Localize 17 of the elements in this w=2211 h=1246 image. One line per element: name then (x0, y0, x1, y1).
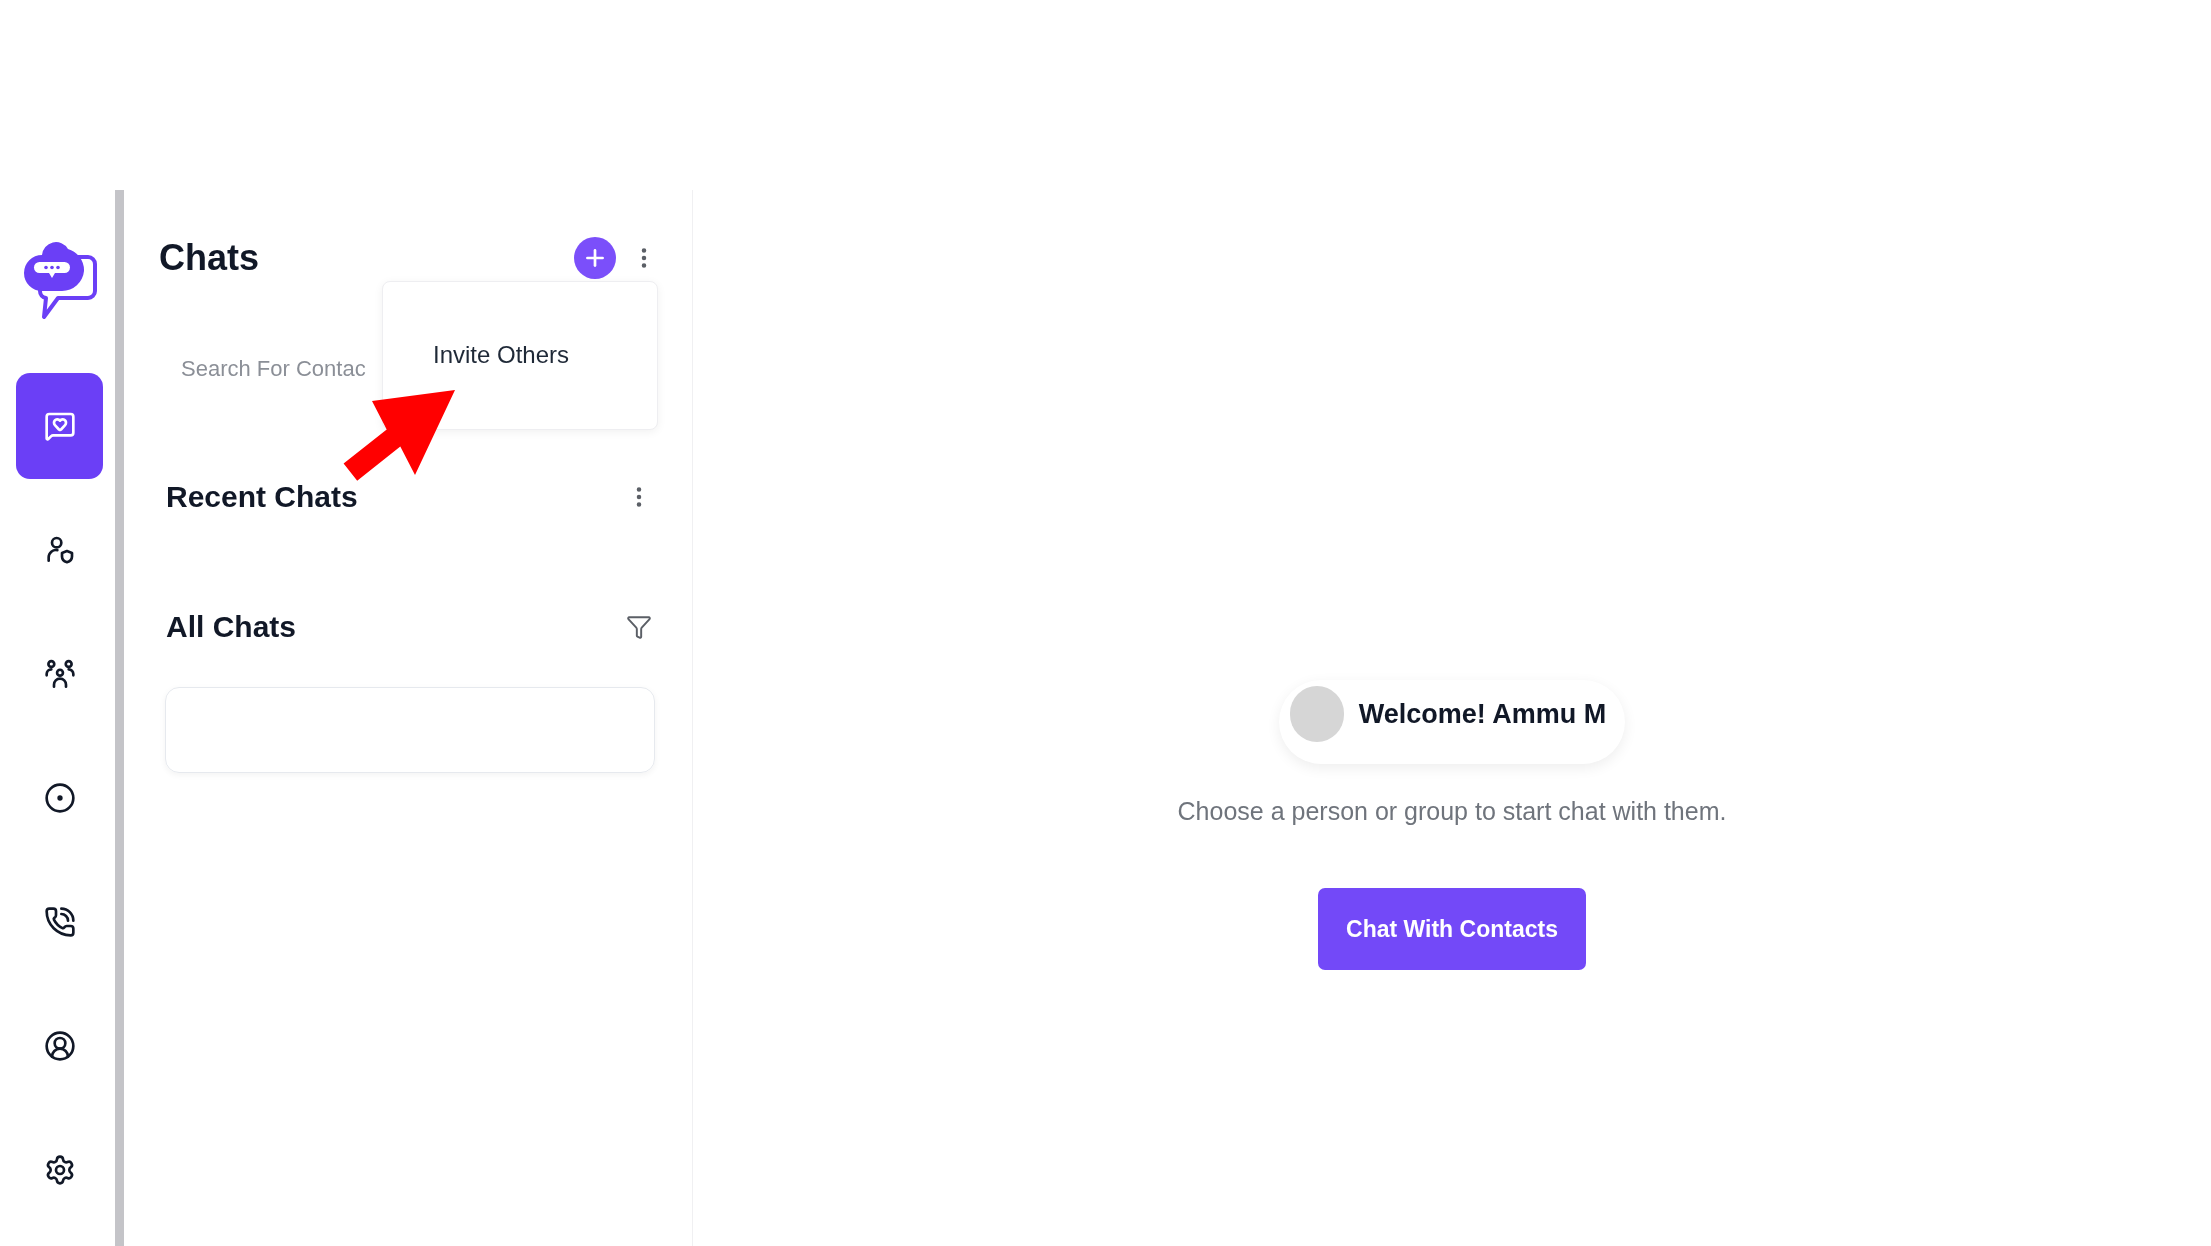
filter-icon[interactable] (626, 614, 652, 640)
phone-call-icon[interactable] (43, 906, 76, 938)
nav-button[interactable] (16, 373, 103, 479)
avatar-placeholder (1289, 686, 1344, 742)
people-group-icon[interactable] (43, 658, 76, 690)
chat-heart-icon (43, 410, 76, 442)
search-field[interactable]: Search For Contac (163, 348, 380, 390)
chats-title: Chats (159, 236, 260, 280)
user-circle-icon[interactable] (43, 1030, 76, 1062)
welcome-greeting: Welcome! Ammu M (1358, 698, 1607, 731)
menu-item[interactable]: Invite Others (383, 334, 620, 376)
section-heading: Recent Chats (166, 482, 358, 512)
section-heading: All Chats (166, 612, 297, 642)
new-chat-button[interactable] (574, 237, 616, 279)
circle-dot-icon[interactable] (43, 782, 76, 814)
welcome-message: Choose a person or group to start chat with them. (1177, 796, 1727, 826)
chat-with-contacts-button[interactable]: Chat With Contacts (1318, 888, 1586, 970)
